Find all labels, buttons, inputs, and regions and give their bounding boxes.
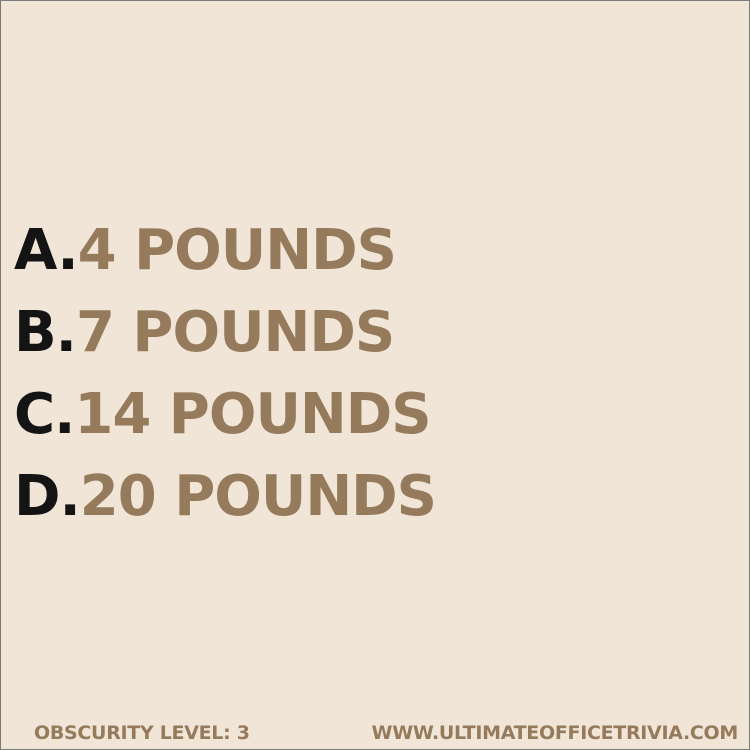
answer-option-d: D.20 POUNDS [14, 464, 437, 529]
answer-letter: B. [14, 300, 77, 365]
answer-letter: A. [14, 218, 79, 283]
answer-option-b: B.7 POUNDS [14, 300, 395, 365]
obscurity-level: OBSCURITY LEVEL: 3 [34, 722, 250, 744]
answer-letter: D. [14, 464, 81, 529]
answer-option-c: C.14 POUNDS [14, 382, 432, 447]
answer-letter: C. [14, 382, 75, 447]
website-url: WWW.ULTIMATEOFFICETRIVIA.COM [371, 722, 739, 744]
card-frame [0, 0, 750, 750]
answer-text: 20 POUNDS [79, 464, 437, 529]
answer-option-a: A.4 POUNDS [14, 218, 397, 283]
answer-text: 4 POUNDS [77, 218, 397, 283]
answer-text: 14 POUNDS [74, 382, 431, 447]
answer-text: 7 POUNDS [75, 300, 395, 365]
